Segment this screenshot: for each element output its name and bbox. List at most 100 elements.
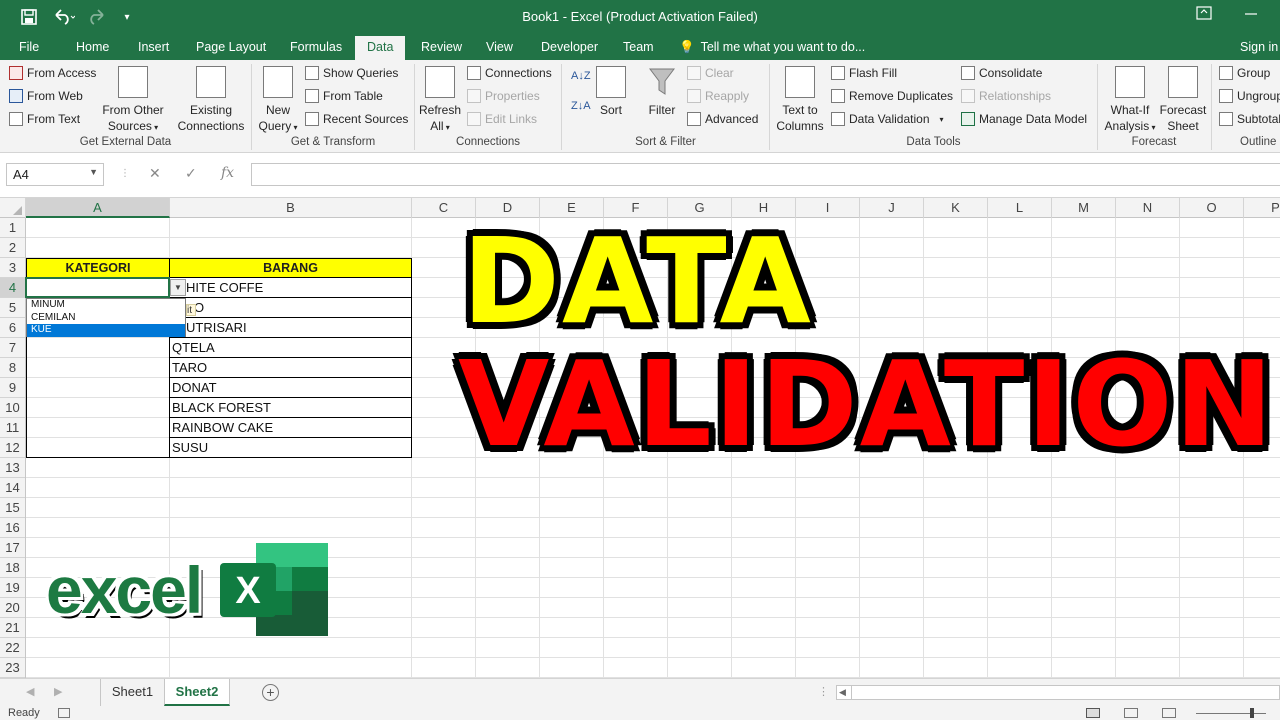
barang-cell[interactable]: TARO — [169, 358, 412, 378]
row-header[interactable]: 13 — [0, 458, 25, 478]
barang-cell[interactable]: DONAT — [169, 378, 412, 398]
horizontal-scrollbar[interactable]: ◀ — [836, 685, 1280, 700]
row-header[interactable]: 2 — [0, 238, 25, 258]
sort-button[interactable]: Sort — [594, 66, 628, 118]
tab-team[interactable]: Team — [623, 40, 654, 54]
remove-duplicates-button[interactable]: Remove Duplicates — [831, 89, 953, 103]
column-header-a[interactable]: A — [26, 198, 170, 218]
advanced-filter-button[interactable]: Advanced — [687, 112, 758, 126]
row-header[interactable]: 16 — [0, 518, 25, 538]
data-validation-button[interactable]: Data Validation ▾ — [831, 112, 944, 126]
row-header[interactable]: 18 — [0, 558, 25, 578]
scroll-right-icon[interactable]: ▶ — [54, 685, 62, 698]
row-header[interactable]: 7 — [0, 338, 25, 358]
header-kategori[interactable]: KATEGORI — [26, 258, 170, 278]
row-header[interactable]: 8 — [0, 358, 25, 378]
ribbon-display-options-icon[interactable] — [1196, 6, 1212, 23]
row-header[interactable]: 20 — [0, 598, 25, 618]
sign-in-link[interactable]: Sign in — [1240, 40, 1278, 54]
name-box[interactable]: A4 ▼ — [6, 163, 104, 186]
new-query-button[interactable]: New Query ▾ — [256, 66, 300, 136]
reapply-button[interactable]: Reapply — [687, 89, 749, 103]
barang-cell[interactable]: UTRISARI — [169, 318, 412, 338]
enter-icon[interactable]: ✓ — [185, 165, 197, 182]
relationships-button[interactable]: Relationships — [961, 89, 1051, 103]
normal-view-icon[interactable] — [1086, 708, 1100, 718]
split-handle[interactable]: ⋮ — [818, 685, 829, 698]
text-to-columns-button[interactable]: Text to Columns — [774, 66, 826, 134]
from-access-button[interactable]: From Access — [9, 66, 96, 80]
edit-links-button[interactable]: Edit Links — [467, 112, 537, 126]
column-header-n[interactable]: N — [1116, 198, 1180, 218]
row-header[interactable]: 11 — [0, 418, 25, 438]
scroll-left-arrow-icon[interactable]: ◀ — [839, 687, 846, 698]
tab-insert[interactable]: Insert — [138, 40, 169, 54]
tell-me-search[interactable]: 💡 Tell me what you want to do... — [679, 40, 865, 55]
barang-cell[interactable]: BLACK FOREST — [169, 398, 412, 418]
zoom-slider-thumb[interactable] — [1250, 708, 1254, 718]
ungroup-button[interactable]: Ungroup — [1219, 89, 1280, 103]
row-header[interactable]: 10 — [0, 398, 25, 418]
clear-filter-button[interactable]: Clear — [687, 66, 734, 80]
filter-button[interactable]: Filter — [644, 66, 680, 118]
tab-review[interactable]: Review — [421, 40, 462, 54]
column-header-m[interactable]: M — [1052, 198, 1116, 218]
column-header-l[interactable]: L — [988, 198, 1052, 218]
page-layout-view-icon[interactable] — [1124, 708, 1138, 718]
what-if-analysis-button[interactable]: What-If Analysis ▾ — [1102, 66, 1158, 136]
zoom-slider[interactable] — [1196, 713, 1266, 714]
tab-formulas[interactable]: Formulas — [290, 40, 342, 54]
from-other-sources-button[interactable]: From Other Sources ▾ — [100, 66, 166, 136]
sheet-tab-sheet2[interactable]: Sheet2 — [164, 679, 230, 706]
subtotal-button[interactable]: Subtotal — [1219, 112, 1280, 126]
row-header[interactable]: 14 — [0, 478, 25, 498]
column-header-j[interactable]: J — [860, 198, 924, 218]
dropdown-option-selected[interactable]: KUE — [27, 324, 185, 337]
consolidate-button[interactable]: Consolidate — [961, 66, 1042, 80]
show-queries-button[interactable]: Show Queries — [305, 66, 398, 80]
select-all-button[interactable] — [0, 198, 26, 218]
column-header-p[interactable]: P — [1244, 198, 1280, 218]
active-cell-a4[interactable] — [25, 277, 170, 298]
forecast-sheet-button[interactable]: Forecast Sheet — [1158, 66, 1208, 134]
header-barang[interactable]: BARANG — [169, 258, 412, 278]
tab-page-layout[interactable]: Page Layout — [196, 40, 266, 54]
minimize-icon[interactable] — [1244, 6, 1258, 23]
dropdown-arrow-button[interactable]: ▼ — [170, 279, 186, 296]
sheet-tab-sheet1[interactable]: Sheet1 — [100, 679, 164, 706]
dropdown-option[interactable]: MINUM — [27, 299, 185, 312]
row-header[interactable]: 1 — [0, 218, 25, 238]
row-header[interactable]: 12 — [0, 438, 25, 458]
row-header[interactable]: 22 — [0, 638, 25, 658]
group-button[interactable]: Group — [1219, 66, 1270, 80]
dropdown-option[interactable]: CEMILAN — [27, 312, 185, 325]
barang-cell[interactable]: RAINBOW CAKE — [169, 418, 412, 438]
row-header[interactable]: 3 — [0, 258, 25, 278]
refresh-all-button[interactable]: Refresh All ▾ — [418, 66, 462, 136]
insert-function-icon[interactable]: fx — [221, 165, 234, 181]
formula-input[interactable] — [251, 163, 1280, 186]
barang-cell[interactable]: QTELA — [169, 338, 412, 358]
column-header-b[interactable]: B — [170, 198, 412, 218]
from-text-button[interactable]: From Text — [9, 112, 80, 126]
scroll-left-icon[interactable]: ◀ — [26, 685, 34, 698]
row-header[interactable]: 5 — [0, 298, 25, 318]
connections-button[interactable]: Connections — [467, 66, 552, 80]
macro-record-icon[interactable] — [58, 708, 70, 718]
validation-dropdown-list[interactable]: MINUM CEMILAN KUE — [26, 298, 186, 337]
row-header[interactable]: 9 — [0, 378, 25, 398]
tab-file[interactable]: File — [19, 40, 39, 54]
manage-data-model-button[interactable]: Manage Data Model — [961, 112, 1087, 126]
sort-ascending-icon[interactable]: A↓Z — [571, 70, 591, 82]
recent-sources-button[interactable]: Recent Sources — [305, 112, 408, 126]
tab-home[interactable]: Home — [76, 40, 109, 54]
flash-fill-button[interactable]: Flash Fill — [831, 66, 897, 80]
from-web-button[interactable]: From Web — [9, 89, 83, 103]
cancel-icon[interactable]: ✕ — [149, 165, 161, 182]
properties-button[interactable]: Properties — [467, 89, 540, 103]
add-sheet-icon[interactable]: + — [262, 684, 279, 701]
page-break-view-icon[interactable] — [1162, 708, 1176, 718]
sort-descending-icon[interactable]: Z↓A — [571, 100, 591, 112]
barang-cell[interactable]: O — [169, 298, 412, 318]
column-header-k[interactable]: K — [924, 198, 988, 218]
